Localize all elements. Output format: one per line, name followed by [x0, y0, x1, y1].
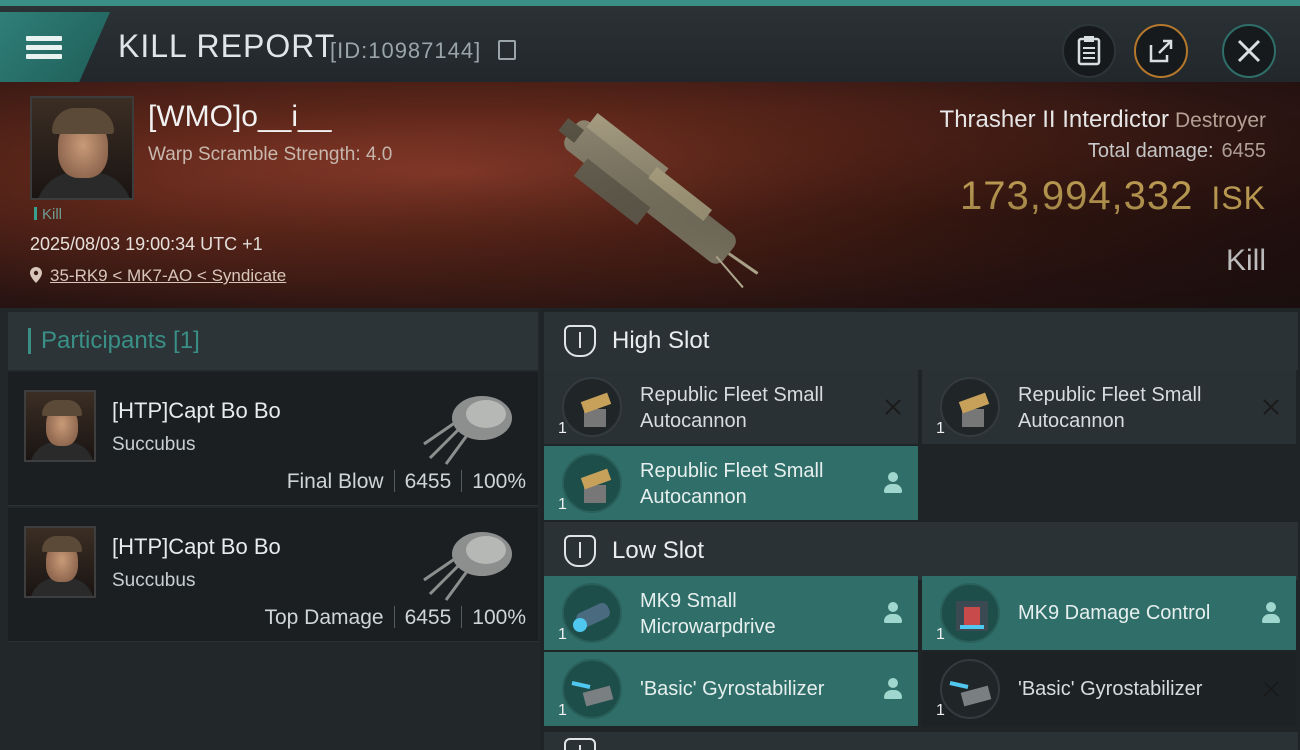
- page-title: KILL REPORT: [118, 28, 336, 64]
- copy-icon[interactable]: [498, 40, 516, 60]
- mid-slot-header-partial: [544, 732, 1298, 750]
- module-name: 'Basic' Gyrostabilizer: [1018, 678, 1203, 700]
- participant-row[interactable]: [HTP]Capt Bo Bo Succubus Final Blow 6455 1…: [8, 372, 538, 506]
- module-qty: 1: [558, 496, 567, 513]
- module-high-2[interactable]: 1 Republic Fleet Small Autocannon: [922, 370, 1296, 444]
- module-name: Republic Fleet Small Autocannon: [640, 460, 824, 508]
- participant-ship: Succubus: [112, 434, 196, 455]
- slot-icon: [564, 325, 596, 357]
- victim-name: [WMO]o__i__: [148, 100, 332, 133]
- dropped-person-icon: [882, 678, 904, 700]
- pin-icon: [30, 267, 42, 283]
- avatar[interactable]: [24, 390, 96, 462]
- high-slot-header: High Slot: [544, 312, 1298, 370]
- victim-ship: Thrasher II Interdictor Destroyer: [940, 106, 1266, 134]
- module-low-3[interactable]: 1 'Basic' Gyrostabilizer: [544, 652, 918, 726]
- module-qty: 1: [936, 626, 945, 643]
- avatar[interactable]: [24, 526, 96, 598]
- participant-ship-image: [423, 396, 512, 465]
- module-high-3[interactable]: 1 Republic Fleet Small Autocannon: [544, 446, 918, 520]
- close-button[interactable]: [1222, 24, 1276, 78]
- victim-warp-scramble: Warp Scramble Strength: 4.0: [148, 144, 393, 165]
- victim-panel: [WMO]o__i__ Warp Scramble Strength: 4.0 …: [0, 82, 1300, 308]
- kill-tag: Kill: [34, 206, 62, 223]
- close-icon: [1237, 39, 1261, 63]
- total-damage-value: 6455: [1221, 140, 1267, 162]
- slot-icon: [564, 535, 596, 567]
- ship-class: Destroyer: [1174, 109, 1266, 132]
- destroyed-x-icon: [1260, 678, 1282, 700]
- module-qty: 1: [558, 702, 567, 719]
- ship-name: Thrasher II Interdictor: [939, 106, 1169, 133]
- module-qty: 1: [558, 420, 567, 437]
- isk-value: 173,994,332 ISK: [959, 174, 1266, 218]
- kill-location[interactable]: 35-RK9 < MK7-AO < Syndicate: [30, 266, 286, 286]
- module-qty: 1: [936, 420, 945, 437]
- menu-button[interactable]: [0, 12, 110, 82]
- module-high-1[interactable]: 1 Republic Fleet Small Autocannon: [544, 370, 918, 444]
- participant-stats: Final Blow 6455 100%: [286, 470, 526, 493]
- module-name: 'Basic' Gyrostabilizer: [640, 678, 825, 700]
- dropped-person-icon: [882, 602, 904, 624]
- gyrostabilizer-icon: [940, 659, 1000, 719]
- hamburger-icon: [26, 32, 62, 63]
- share-icon: [1149, 39, 1173, 63]
- participant-name: [HTP]Capt Bo Bo: [112, 398, 281, 423]
- module-name: Republic Fleet Small Autocannon: [640, 384, 824, 432]
- destroyed-x-icon: [882, 396, 904, 418]
- victim-ship-image: [558, 112, 759, 289]
- module-low-2[interactable]: 1 MK9 Damage Control: [922, 576, 1296, 650]
- dropped-person-icon: [1260, 602, 1282, 624]
- report-button[interactable]: [1062, 24, 1116, 78]
- kill-datetime: 2025/08/03 19:00:34 UTC +1: [30, 234, 263, 254]
- participant-ship-image: [423, 532, 512, 601]
- title-bar: KILL REPORT [ID:10987144]: [0, 0, 1300, 82]
- module-name: MK9 Damage Control: [1018, 602, 1211, 624]
- participants-header[interactable]: Participants [1]: [8, 312, 538, 370]
- module-name: MK9 Small Microwarpdrive: [640, 590, 776, 638]
- autocannon-icon: [562, 377, 622, 437]
- low-slot-header: Low Slot: [544, 522, 1298, 580]
- module-qty: 1: [936, 702, 945, 719]
- autocannon-icon: [940, 377, 1000, 437]
- participant-stats: Top Damage 6455 100%: [264, 606, 526, 629]
- destroyed-x-icon: [1260, 396, 1282, 418]
- dropped-person-icon: [882, 472, 904, 494]
- module-low-1[interactable]: 1 MK9 Small Microwarpdrive: [544, 576, 918, 650]
- result-label: Kill: [1225, 244, 1266, 277]
- report-id: [ID:10987144]: [330, 38, 482, 63]
- total-damage: Total damage: 6455: [1087, 140, 1267, 162]
- autocannon-icon: [562, 453, 622, 513]
- damage-control-icon: [940, 583, 1000, 643]
- clipboard-icon: [1077, 36, 1101, 66]
- participants-panel: Participants [1] [HTP]Capt Bo Bo Succubu…: [0, 308, 540, 750]
- microwarpdrive-icon: [562, 583, 622, 643]
- victim-avatar[interactable]: [30, 96, 134, 200]
- gyrostabilizer-icon: [562, 659, 622, 719]
- participant-name: [HTP]Capt Bo Bo: [112, 534, 281, 559]
- slot-icon: [564, 738, 596, 750]
- share-button[interactable]: [1134, 24, 1188, 78]
- fitting-panel: High Slot 1 Republic Fleet Small Autocan…: [540, 308, 1300, 750]
- module-qty: 1: [558, 626, 567, 643]
- location-link[interactable]: 35-RK9 < MK7-AO < Syndicate: [50, 266, 286, 285]
- participant-row[interactable]: [HTP]Capt Bo Bo Succubus Top Damage 6455 1…: [8, 508, 538, 642]
- module-low-4[interactable]: 1 'Basic' Gyrostabilizer: [922, 652, 1296, 726]
- module-name: Republic Fleet Small Autocannon: [1018, 384, 1202, 432]
- participant-ship: Succubus: [112, 570, 196, 591]
